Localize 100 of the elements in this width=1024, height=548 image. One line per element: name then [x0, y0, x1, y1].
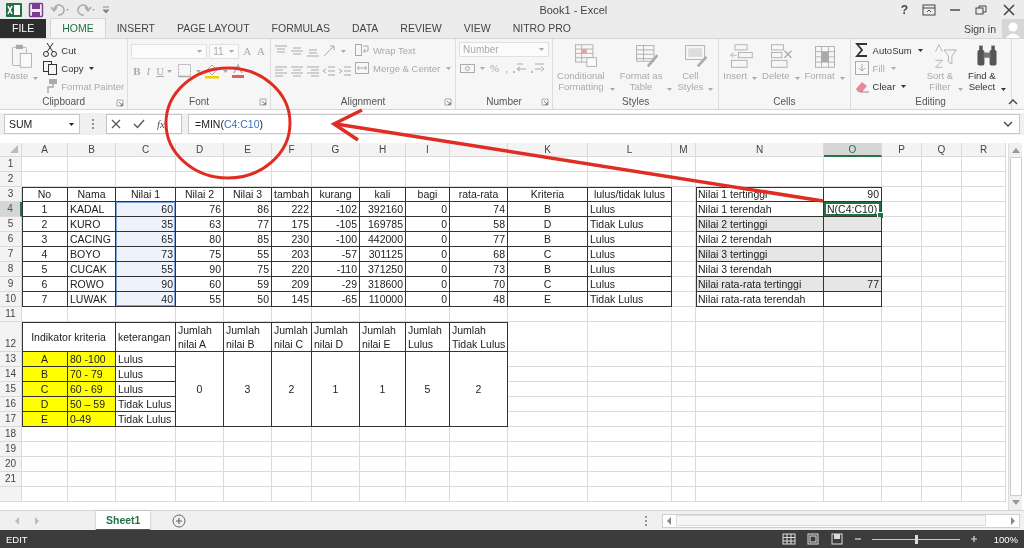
empty-cell[interactable]: [824, 397, 882, 412]
empty-cell[interactable]: [116, 487, 176, 502]
empty-cell[interactable]: [312, 157, 360, 172]
empty-cell[interactable]: [696, 397, 824, 412]
empty-cell[interactable]: [450, 307, 508, 322]
ribbon-tab[interactable]: VIEW: [452, 19, 502, 38]
row-header[interactable]: 13: [0, 352, 22, 367]
row-header[interactable]: 2: [0, 172, 22, 187]
sheet-tab[interactable]: Sheet1: [96, 510, 151, 531]
empty-cell[interactable]: [922, 472, 962, 487]
ribbon-tab[interactable]: HOME: [50, 18, 106, 38]
row-header[interactable]: 3: [0, 187, 22, 202]
empty-cell[interactable]: [962, 487, 1006, 502]
empty-cell[interactable]: [176, 472, 224, 487]
row-header[interactable]: 8: [0, 262, 22, 277]
empty-cell[interactable]: [882, 352, 922, 367]
empty-cell[interactable]: [672, 412, 696, 427]
empty-cell[interactable]: [224, 172, 272, 187]
empty-cell[interactable]: [360, 457, 406, 472]
column-header[interactable]: R: [962, 143, 1006, 157]
empty-cell[interactable]: [824, 412, 882, 427]
empty-cell[interactable]: [508, 322, 588, 352]
empty-cell[interactable]: [588, 307, 672, 322]
empty-cell[interactable]: [224, 427, 272, 442]
empty-cell[interactable]: [312, 487, 360, 502]
empty-cell[interactable]: [672, 352, 696, 367]
empty-cell[interactable]: [672, 172, 696, 187]
empty-cell[interactable]: [696, 472, 824, 487]
formula-field[interactable]: =MIN(C4:C10): [188, 114, 1020, 134]
empty-cell[interactable]: [588, 412, 672, 427]
empty-cell[interactable]: [360, 472, 406, 487]
empty-cell[interactable]: [508, 307, 588, 322]
empty-cell[interactable]: [508, 172, 588, 187]
empty-cell[interactable]: [588, 382, 672, 397]
empty-cell[interactable]: [922, 322, 962, 352]
empty-cell[interactable]: [272, 427, 312, 442]
empty-cell[interactable]: [116, 442, 176, 457]
ribbon-tab[interactable]: DATA: [340, 19, 390, 38]
empty-cell[interactable]: [360, 442, 406, 457]
empty-cell[interactable]: [824, 382, 882, 397]
empty-cell[interactable]: [68, 157, 116, 172]
empty-cell[interactable]: [116, 157, 176, 172]
ribbon-tab[interactable]: PAGE LAYOUT: [166, 19, 261, 38]
empty-cell[interactable]: [360, 157, 406, 172]
empty-cell[interactable]: [882, 232, 922, 247]
empty-cell[interactable]: [696, 487, 824, 502]
ribbon-tab[interactable]: FILE: [0, 19, 47, 38]
horizontal-scrollbar[interactable]: [662, 513, 1020, 528]
empty-cell[interactable]: [68, 442, 116, 457]
row-header[interactable]: 19: [0, 442, 22, 457]
empty-cell[interactable]: [360, 307, 406, 322]
empty-cell[interactable]: [922, 277, 962, 292]
empty-cell[interactable]: [882, 487, 922, 502]
empty-cell[interactable]: [824, 442, 882, 457]
empty-cell[interactable]: [312, 307, 360, 322]
empty-cell[interactable]: [360, 172, 406, 187]
empty-cell[interactable]: [116, 472, 176, 487]
empty-cell[interactable]: [962, 247, 1006, 262]
row-header[interactable]: 17: [0, 412, 22, 427]
row-header[interactable]: 7: [0, 247, 22, 262]
row-header[interactable]: 5: [0, 217, 22, 232]
row-header[interactable]: 14: [0, 367, 22, 382]
row-header[interactable]: 11: [0, 307, 22, 322]
empty-cell[interactable]: [588, 367, 672, 382]
empty-cell[interactable]: [312, 442, 360, 457]
empty-cell[interactable]: [406, 157, 450, 172]
empty-cell[interactable]: [508, 427, 588, 442]
empty-cell[interactable]: [508, 472, 588, 487]
empty-cell[interactable]: [962, 232, 1006, 247]
empty-cell[interactable]: [176, 442, 224, 457]
column-header[interactable]: L: [588, 143, 672, 157]
empty-cell[interactable]: [962, 217, 1006, 232]
empty-cell[interactable]: [672, 442, 696, 457]
empty-cell[interactable]: [272, 457, 312, 472]
empty-cell[interactable]: [882, 292, 922, 307]
empty-cell[interactable]: [962, 322, 1006, 352]
empty-cell[interactable]: [922, 397, 962, 412]
row-header[interactable]: 6: [0, 232, 22, 247]
empty-cell[interactable]: [962, 307, 1006, 322]
empty-cell[interactable]: [962, 382, 1006, 397]
column-header[interactable]: O: [824, 143, 882, 157]
column-header[interactable]: H: [360, 143, 406, 157]
empty-cell[interactable]: [508, 412, 588, 427]
empty-cell[interactable]: [272, 472, 312, 487]
empty-cell[interactable]: [406, 487, 450, 502]
empty-cell[interactable]: [962, 277, 1006, 292]
column-header[interactable]: E: [224, 143, 272, 157]
empty-cell[interactable]: [696, 382, 824, 397]
empty-cell[interactable]: [68, 472, 116, 487]
empty-cell[interactable]: [68, 457, 116, 472]
empty-cell[interactable]: [450, 157, 508, 172]
empty-cell[interactable]: [962, 262, 1006, 277]
empty-cell[interactable]: [672, 232, 696, 247]
empty-cell[interactable]: [824, 322, 882, 352]
column-header[interactable]: N: [696, 143, 824, 157]
empty-cell[interactable]: [450, 442, 508, 457]
column-header[interactable]: A: [22, 143, 68, 157]
empty-cell[interactable]: [116, 427, 176, 442]
empty-cell[interactable]: [312, 472, 360, 487]
empty-cell[interactable]: [882, 427, 922, 442]
